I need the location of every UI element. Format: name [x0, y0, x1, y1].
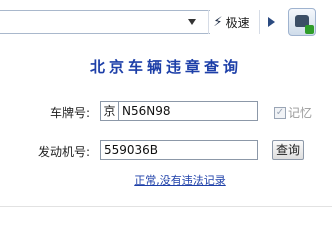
speed-mode-button[interactable]: ⚡ 极速 [208, 10, 254, 34]
plate-province-select[interactable]: 京 [100, 101, 119, 121]
plate-label: 车牌号: [49, 106, 90, 120]
query-button[interactable]: 查询 [272, 140, 304, 160]
result-link[interactable]: 正常,没有违法记录 [100, 172, 260, 188]
remember-label: 记忆 [288, 106, 313, 120]
engine-label: 发动机号: [37, 145, 90, 159]
browser-toolbar: ⚡ 极速 [0, 0, 332, 42]
play-icon [268, 17, 275, 27]
address-bar[interactable] [0, 10, 210, 34]
chevron-down-icon [188, 19, 196, 25]
car-extension-button[interactable] [288, 8, 316, 36]
speed-mode-label: 极速 [225, 15, 250, 30]
address-dropdown-button[interactable] [180, 10, 204, 34]
engine-number-input[interactable] [100, 140, 258, 160]
extension-badge [305, 25, 314, 34]
remember-option[interactable]: ✓ 记忆 [274, 104, 312, 121]
plate-number-input[interactable] [118, 101, 258, 121]
divider [0, 206, 332, 207]
play-button[interactable] [259, 10, 283, 34]
popup-title: 北京车辆违章查询 [89, 58, 242, 76]
remember-checkbox[interactable]: ✓ [274, 106, 286, 119]
lightning-icon: ⚡ [213, 14, 223, 30]
